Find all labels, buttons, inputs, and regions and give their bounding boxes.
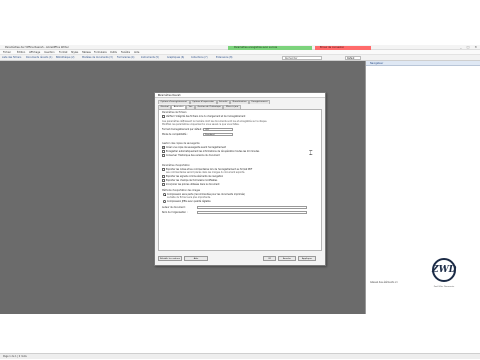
tab-library[interactable]: Bibliothèque (2) bbox=[56, 56, 74, 60]
menu-form[interactable]: Formulaire bbox=[94, 51, 107, 54]
section-file-settings: Paramètres de fichiers bbox=[162, 111, 187, 114]
error-notification[interactable]: Erreur de connexion bbox=[315, 45, 371, 50]
export-checkbox-2[interactable] bbox=[162, 175, 165, 178]
dialog-tab-history[interactable]: Gestion de l'historique bbox=[195, 104, 224, 109]
author-label: Auteur du document : bbox=[162, 206, 187, 209]
export-checkbox-3[interactable] bbox=[162, 179, 165, 182]
tab-file-list[interactable]: Liste des fichiers bbox=[2, 56, 21, 60]
logo-tagline: Zwd Office Documents bbox=[433, 286, 455, 288]
search-input[interactable]: Rechercher bbox=[282, 56, 322, 60]
mouse-cursor-icon: ⌶ bbox=[309, 150, 313, 157]
file-check-checkbox[interactable] bbox=[162, 115, 165, 118]
reset-button[interactable]: Rétablir les valeurs bbox=[158, 256, 182, 261]
side-pane-header: Navigateur bbox=[366, 61, 480, 66]
company-field[interactable] bbox=[197, 210, 307, 215]
menu-help[interactable]: Aide bbox=[134, 51, 139, 54]
backup-checkbox-1[interactable] bbox=[162, 146, 165, 149]
status-text: Page 1 de 1 | 0 mots bbox=[3, 355, 27, 358]
status-bar: Page 1 de 1 | 0 mots bbox=[0, 353, 480, 359]
image-radio-lossless[interactable] bbox=[163, 193, 166, 196]
success-notification[interactable]: Paramètres enregistrés avec succès bbox=[228, 45, 312, 50]
tab-recent[interactable]: Documents récents (1) bbox=[26, 56, 52, 60]
window-title: Paramètres de l'Office Rasrah - LibreOff… bbox=[5, 45, 69, 49]
backup-label-2: Enregistrer automatiquement les informat… bbox=[166, 150, 260, 153]
tab-extensions[interactable]: Extensions (8) bbox=[216, 56, 232, 60]
dialog-close-icon[interactable]: ✕ bbox=[158, 94, 323, 97]
format-select[interactable]: ODT bbox=[203, 127, 233, 132]
menu-styles[interactable]: Styles bbox=[71, 51, 78, 54]
tab-templates[interactable]: Modèles de documents (3) bbox=[82, 56, 113, 60]
dialog-tab-save-options[interactable]: Options d'enregistrement bbox=[158, 100, 190, 104]
apply-button[interactable]: Appliquer bbox=[298, 256, 316, 261]
dialog-title-bar: Paramètres Rasrah ✕ bbox=[155, 93, 325, 98]
section-export: Paramètres d'exportation bbox=[162, 164, 190, 167]
image-radio-jpeg[interactable] bbox=[163, 200, 166, 203]
side-pane: Navigateur Glissez des éléments ici bbox=[365, 61, 480, 314]
compat-select[interactable]: Standard bbox=[203, 132, 233, 137]
dialog-tab-advanced[interactable]: Avancées bbox=[171, 104, 187, 109]
image-radio-lossless-note: La taille du fichier sera plus important… bbox=[167, 196, 211, 199]
dialog-tab-print-options[interactable]: Options d'impression bbox=[189, 100, 217, 104]
dialog-tab-security[interactable]: Sécurité bbox=[216, 100, 231, 104]
menu-table[interactable]: Tableau bbox=[82, 51, 91, 54]
channel-logo: ZWD Zwd Office Documents bbox=[426, 258, 462, 294]
section-image-export: Méthode d'exportation des images bbox=[162, 189, 201, 192]
dialog-tab-saving[interactable]: Enregistrement bbox=[249, 100, 271, 104]
dialog-button-row: Rétablir les valeurs Aide OK Annuler App… bbox=[155, 256, 325, 262]
export-label-2: Exporter les signets comme éléments de n… bbox=[166, 175, 224, 178]
menu-window[interactable]: Fenêtre bbox=[121, 51, 130, 54]
dialog-tab-general[interactable]: Général bbox=[158, 104, 172, 109]
tab-forms[interactable]: Formulaires (4) bbox=[117, 56, 134, 60]
section-backup: Gestion des copies de sauvegarde bbox=[162, 142, 200, 145]
cancel-button[interactable]: Annuler bbox=[278, 256, 296, 261]
menu-format[interactable]: Format bbox=[59, 51, 67, 54]
note-line-2: Modifiez ces paramètres uniquement si vo… bbox=[162, 123, 240, 126]
backup-checkbox-2[interactable] bbox=[162, 150, 165, 153]
author-field[interactable] bbox=[197, 205, 307, 210]
settings-dialog: Paramètres Rasrah ✕ Options d'enregistre… bbox=[154, 92, 326, 266]
image-radio-jpeg-label: Compression JPEG avec qualité réglable bbox=[167, 200, 211, 203]
side-pane-title: Navigateur bbox=[370, 61, 384, 65]
dialog-tab-updates[interactable]: Mises à jour bbox=[223, 104, 241, 109]
menu-insert[interactable]: Insertion bbox=[44, 51, 55, 54]
menu-edit[interactable]: Édition bbox=[17, 51, 25, 54]
workspace-select[interactable]: Defaut bbox=[345, 56, 361, 60]
compat-label: Mode de compatibilité : bbox=[162, 133, 188, 136]
tab-collections[interactable]: Collections (7) bbox=[191, 56, 208, 60]
help-button[interactable]: Aide bbox=[184, 256, 208, 261]
side-pane-message: Glissez des éléments ici bbox=[370, 281, 398, 284]
export-label-4: Incorporer les polices utilisées dans le… bbox=[166, 183, 220, 186]
menu-file[interactable]: Fichier bbox=[3, 51, 11, 54]
backup-label-1: Créer une copie de sauvegarde avant l'en… bbox=[166, 146, 226, 149]
dialog-tab-view[interactable]: Vue bbox=[186, 104, 195, 109]
screen: Paramètres de l'Office Rasrah - LibreOff… bbox=[0, 0, 480, 360]
dialog-tabs-row-2: Général Avancées Vue Gestion de l'histor… bbox=[158, 104, 241, 109]
export-checkbox-4[interactable] bbox=[162, 183, 165, 186]
dialog-tab-scanning[interactable]: Numérisation bbox=[230, 100, 250, 104]
dialog-tabs-row-1: Options d'enregistrement Options d'impre… bbox=[158, 100, 271, 104]
dialog-panel: Paramètres de fichiers Vérifier l'intégr… bbox=[158, 109, 322, 251]
backup-label-3: Conserver l'historique des versions du d… bbox=[166, 154, 220, 157]
logo-mark: ZWD bbox=[432, 265, 457, 275]
menu-view[interactable]: Affichage bbox=[29, 51, 40, 54]
export-note-1: Les commentaires seront placés dans les … bbox=[166, 171, 246, 174]
ok-button[interactable]: OK bbox=[263, 256, 276, 261]
backup-checkbox-3[interactable] bbox=[162, 154, 165, 157]
menu-tools[interactable]: Outils bbox=[110, 51, 117, 54]
file-check-label: Vérifier l'intégrité des fichiers lors d… bbox=[166, 115, 246, 118]
company-label: Nom de l'organisation : bbox=[162, 211, 188, 214]
export-label-3: Exporter les champs de formulaire modifi… bbox=[166, 179, 218, 182]
tab-instruments[interactable]: Instruments (5) bbox=[141, 56, 159, 60]
format-label: Format d'enregistrement par défaut : bbox=[162, 128, 203, 131]
export-checkbox-1[interactable] bbox=[162, 168, 165, 171]
tab-graphics[interactable]: Graphiques (6) bbox=[167, 56, 184, 60]
